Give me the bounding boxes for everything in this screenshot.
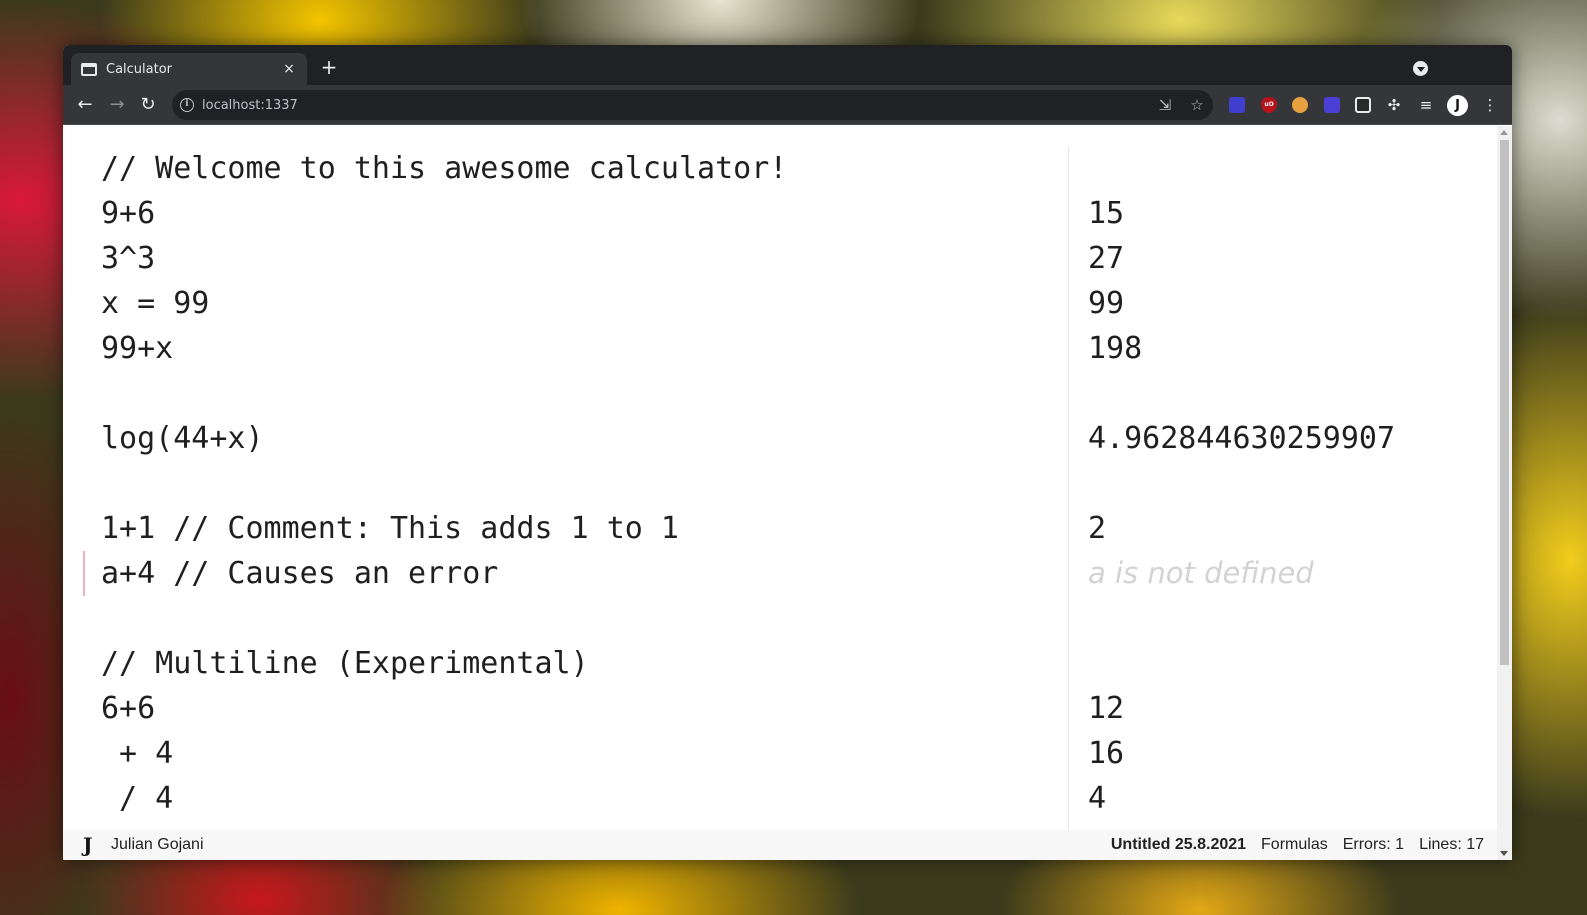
calc-line[interactable] <box>63 371 1497 416</box>
install-icon[interactable]: ⇲ <box>1149 96 1181 114</box>
tab-calculator[interactable]: Calculator × <box>71 53 307 85</box>
result-value: 4 <box>1088 781 1107 816</box>
result-value: 198 <box>1088 331 1143 366</box>
address-bar[interactable]: i localhost:1337 ⇲ ☆ <box>172 90 1213 120</box>
calc-line[interactable]: // Multiline (Experimental) <box>63 641 1497 686</box>
calc-line[interactable]: a+4 // Causes an error a is not defined <box>63 551 1497 596</box>
calc-line[interactable]: + 4 16 <box>63 731 1497 776</box>
extension-purple-icon[interactable] <box>1229 97 1245 113</box>
extension-glasses-icon[interactable] <box>1355 97 1371 113</box>
error-message: a is not defined <box>1088 556 1314 590</box>
tab-strip: Calculator × + <box>63 45 1512 85</box>
result-value: 2 <box>1088 511 1107 546</box>
browser-window: Calculator × + ← → ↻ i localhost:1337 ⇲ … <box>63 45 1512 860</box>
browser-toolbar: ← → ↻ i localhost:1337 ⇲ ☆ uO ✣ ≡ J ⋮ <box>63 85 1512 125</box>
calc-line[interactable]: x = 99 99 <box>63 281 1497 326</box>
expression-text[interactable]: 1+1 // Comment: This adds 1 to 1 <box>101 506 679 551</box>
scroll-up-icon[interactable] <box>1500 130 1508 135</box>
result-value: 27 <box>1088 241 1125 276</box>
mode-label[interactable]: Formulas <box>1261 836 1328 854</box>
calc-line[interactable]: // Welcome to this awesome calculator! <box>63 146 1497 191</box>
expression-text[interactable]: // Welcome to this awesome calculator! <box>101 146 787 191</box>
info-icon[interactable]: i <box>180 98 194 112</box>
calc-line[interactable] <box>63 461 1497 506</box>
calc-line[interactable]: log(44+x) 4.962844630259907 <box>63 416 1497 461</box>
result-value: 12 <box>1088 691 1125 726</box>
result-value: 99 <box>1088 286 1125 321</box>
close-tab-icon[interactable]: × <box>281 61 297 77</box>
expression-text[interactable]: x = 99 <box>101 281 209 326</box>
ublock-icon[interactable]: uO <box>1261 97 1277 113</box>
status-info: Untitled 25.8.2021 Formulas Errors: 1 Li… <box>1111 836 1497 854</box>
expression-text[interactable]: 6+6 <box>101 686 155 731</box>
file-name[interactable]: Untitled 25.8.2021 <box>1111 836 1246 854</box>
result-value: 15 <box>1088 196 1125 231</box>
tab-title: Calculator <box>106 61 173 77</box>
error-marker <box>83 551 85 596</box>
expression-text[interactable]: log(44+x) <box>101 416 264 461</box>
media-queue-icon[interactable]: ≡ <box>1415 94 1437 116</box>
calc-line[interactable] <box>63 596 1497 641</box>
expression-text[interactable]: 99+x <box>101 326 173 371</box>
extension-blue-icon[interactable] <box>1324 97 1340 113</box>
calc-line[interactable]: 3^3 27 <box>63 236 1497 281</box>
expression-text[interactable]: 3^3 <box>101 236 155 281</box>
calc-line[interactable]: / 4 4 <box>63 776 1497 821</box>
user-name: Julian Gojani <box>111 836 204 853</box>
extension-owl-icon[interactable] <box>1292 97 1308 113</box>
calc-line[interactable]: 6+6 12 <box>63 686 1497 731</box>
tab-search-icon[interactable] <box>1413 61 1428 76</box>
puzzle-icon[interactable]: ✣ <box>1383 94 1405 116</box>
scroll-thumb[interactable] <box>1500 140 1509 665</box>
expression-text[interactable]: / 4 <box>101 776 173 821</box>
errors-count: Errors: 1 <box>1342 836 1405 853</box>
reload-icon[interactable]: ↻ <box>137 94 159 116</box>
result-value: 16 <box>1088 736 1125 771</box>
calc-line[interactable]: 9+6 15 <box>63 191 1497 236</box>
expression-text[interactable]: a+4 // Causes an error <box>101 551 498 596</box>
expression-text[interactable]: 9+6 <box>101 191 155 236</box>
calc-line[interactable]: 99+x 198 <box>63 326 1497 371</box>
url-text[interactable]: localhost:1337 <box>202 98 1149 113</box>
star-icon[interactable]: ☆ <box>1181 96 1213 114</box>
new-tab-button[interactable]: + <box>319 57 339 77</box>
profile-avatar[interactable]: J <box>1447 95 1468 116</box>
window-favicon-icon <box>81 62 97 76</box>
calculator-editor[interactable]: // Welcome to this awesome calculator! 9+… <box>63 126 1497 830</box>
back-arrow-icon[interactable]: ← <box>74 94 96 116</box>
app-logo: J <box>83 833 93 857</box>
vertical-scrollbar[interactable] <box>1497 126 1512 860</box>
kebab-menu-icon[interactable]: ⋮ <box>1479 94 1501 116</box>
expression-text[interactable]: + 4 <box>101 731 173 776</box>
calc-line[interactable]: 1+1 // Comment: This adds 1 to 1 2 <box>63 506 1497 551</box>
status-footer: J Julian Gojani Untitled 25.8.2021 Formu… <box>63 830 1497 860</box>
expression-text[interactable]: // Multiline (Experimental) <box>101 641 589 686</box>
forward-arrow-icon[interactable]: → <box>106 94 128 116</box>
scroll-down-icon[interactable] <box>1500 851 1508 856</box>
lines-count: Lines: 17 <box>1419 836 1484 853</box>
result-value: 4.962844630259907 <box>1088 421 1396 456</box>
